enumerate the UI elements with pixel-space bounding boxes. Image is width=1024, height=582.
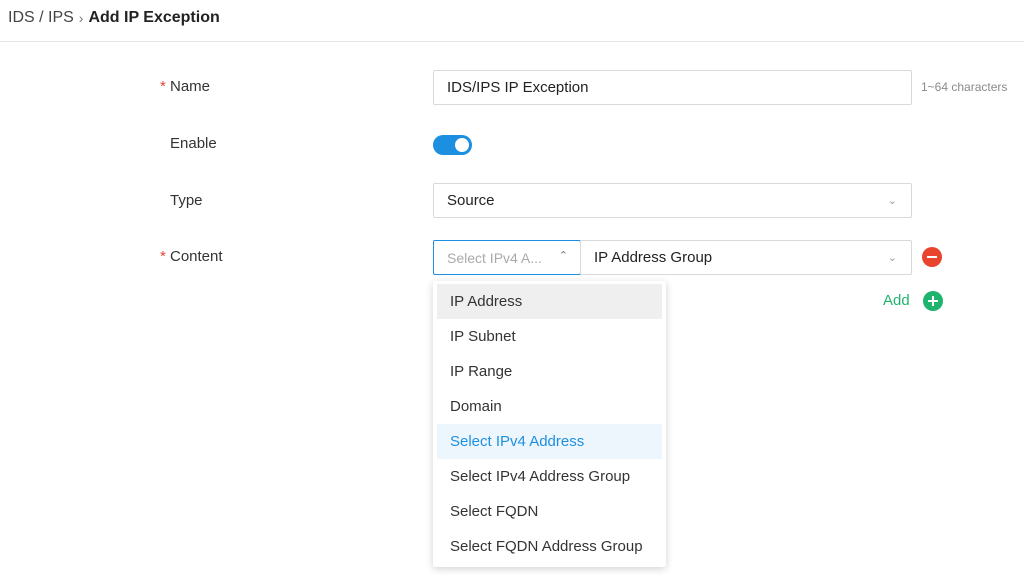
dropdown-option[interactable]: IP Range bbox=[437, 354, 662, 389]
breadcrumb-separator-icon: › bbox=[78, 10, 84, 26]
dropdown-option[interactable]: Select FQDN Address Group bbox=[437, 529, 662, 564]
enable-toggle[interactable] bbox=[433, 135, 472, 155]
name-input-value: IDS/IPS IP Exception bbox=[447, 79, 589, 96]
type-select[interactable]: Source ⌄ bbox=[433, 183, 912, 218]
minus-circle-icon bbox=[927, 256, 937, 258]
required-marker: * bbox=[160, 78, 166, 95]
dropdown-option[interactable]: Select FQDN bbox=[437, 494, 662, 529]
chevron-down-icon: ⌄ bbox=[887, 195, 897, 207]
remove-content-button[interactable] bbox=[922, 247, 942, 267]
name-hint: 1~64 characters bbox=[921, 80, 1008, 94]
content-kind-placeholder: Select IPv4 A... bbox=[447, 249, 542, 266]
chevron-up-icon: ⌃ bbox=[558, 250, 568, 262]
dropdown-option[interactable]: IP Address bbox=[437, 284, 662, 319]
page-title: Add IP Exception bbox=[88, 9, 220, 26]
dropdown-option[interactable]: IP Subnet bbox=[437, 319, 662, 354]
breadcrumb: IDS / IPS › Add IP Exception bbox=[8, 9, 220, 27]
required-marker: * bbox=[160, 248, 166, 265]
dropdown-option-selected[interactable]: Select IPv4 Address bbox=[437, 424, 662, 459]
content-group-value: IP Address Group bbox=[594, 249, 713, 266]
name-input[interactable]: IDS/IPS IP Exception bbox=[433, 70, 912, 105]
content-kind-select[interactable]: Select IPv4 A... ⌃ bbox=[433, 240, 581, 275]
breadcrumb-parent-link[interactable]: IDS / IPS bbox=[8, 9, 74, 27]
content-kind-dropdown: IP Address IP Subnet IP Range Domain Sel… bbox=[433, 281, 666, 567]
toggle-knob bbox=[455, 138, 469, 152]
add-content-link[interactable]: Add bbox=[883, 292, 910, 309]
type-label: Type bbox=[170, 192, 203, 209]
content-label: Content bbox=[170, 248, 223, 265]
dropdown-option[interactable]: Domain bbox=[437, 389, 662, 424]
plus-circle-icon[interactable] bbox=[923, 291, 943, 311]
content-group-select[interactable]: IP Address Group ⌄ bbox=[580, 240, 912, 275]
name-label: Name bbox=[170, 78, 211, 95]
enable-label: Enable bbox=[170, 135, 217, 152]
dropdown-option[interactable]: Select IPv4 Address Group bbox=[437, 459, 662, 494]
type-select-value: Source bbox=[447, 192, 495, 209]
chevron-down-icon: ⌄ bbox=[887, 252, 897, 264]
page-header: IDS / IPS › Add IP Exception bbox=[0, 0, 1024, 42]
